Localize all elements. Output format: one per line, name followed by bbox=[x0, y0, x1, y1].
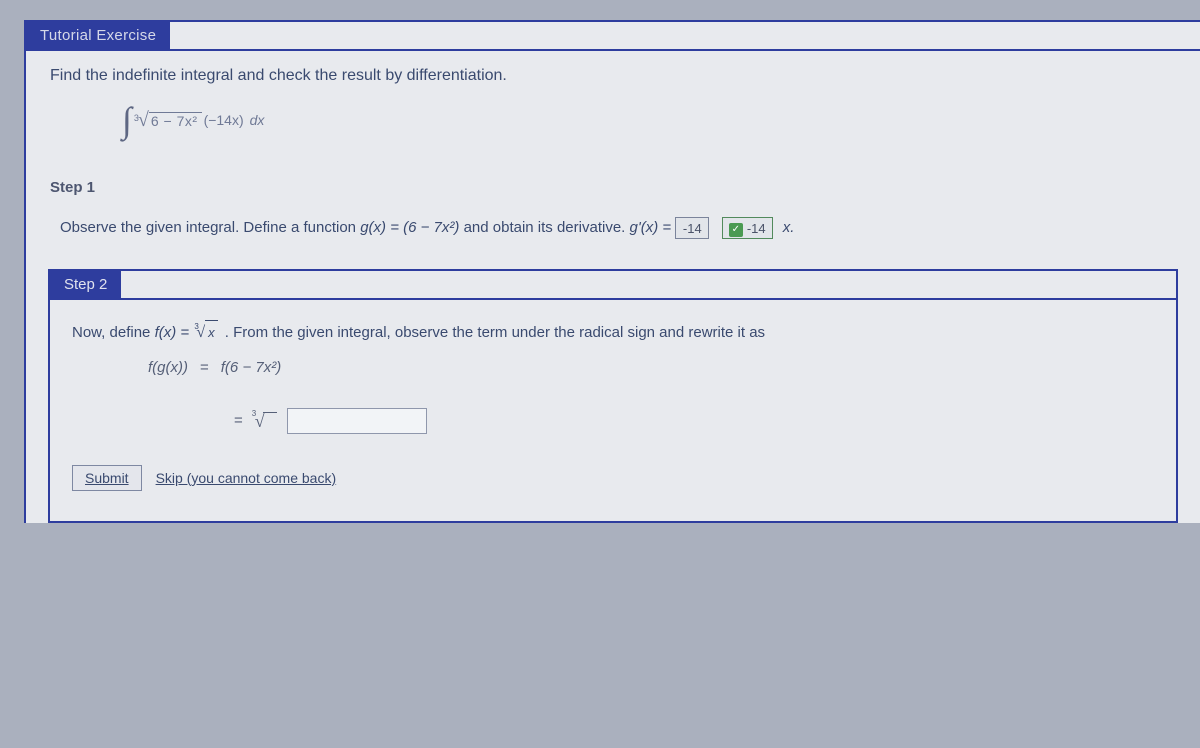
fgx-lhs: f(g(x)) bbox=[148, 354, 188, 383]
answer-box-1[interactable]: -14 bbox=[675, 217, 709, 239]
problem-statement: Find the indefinite integral and check t… bbox=[26, 51, 1200, 179]
equals-sign-2: = bbox=[234, 407, 243, 436]
radical-icon: √ bbox=[138, 109, 149, 132]
step-1-body: Observe the given integral. Define a fun… bbox=[50, 214, 1176, 243]
cube-root-input: 3 √ bbox=[255, 404, 277, 438]
fgx-rhs: f(6 − 7x²) bbox=[221, 354, 281, 383]
check-icon: ✓ bbox=[729, 223, 743, 237]
step-1: Step 1 Observe the given integral. Defin… bbox=[50, 179, 1176, 243]
integral-expression: ∫ 3 √ 6 − 7x² (−14x) dx bbox=[122, 99, 1176, 141]
x-suffix: x. bbox=[783, 219, 795, 236]
button-row: Submit Skip (you cannot come back) bbox=[72, 465, 1176, 491]
cube-root-x: 3 √ x bbox=[196, 318, 217, 348]
dx: dx bbox=[250, 112, 265, 128]
step1-text-pre: Observe the given integral. Define a fun… bbox=[60, 219, 360, 236]
step2-pre: Now, define bbox=[72, 324, 155, 341]
root-index-icon-3: 3 bbox=[252, 406, 256, 421]
step-2-body: Now, define f(x) = 3 √ x . From the give… bbox=[50, 300, 1176, 439]
root-overline bbox=[263, 412, 277, 424]
submit-button[interactable]: Submit bbox=[72, 465, 142, 491]
equation-line-1: f(g(x)) = f(6 − 7x²) bbox=[148, 354, 1154, 383]
step-2-container: Step 2 Now, define f(x) = 3 √ x . From t… bbox=[48, 269, 1178, 523]
radicand: 6 − 7x² bbox=[149, 112, 202, 129]
g-prime: g'(x) = bbox=[630, 219, 676, 236]
step2-header-rule: Step 2 bbox=[50, 271, 1176, 300]
answer-2-value: -14 bbox=[747, 221, 766, 236]
tutorial-panel: Tutorial Exercise Find the indefinite in… bbox=[24, 20, 1200, 523]
integral-sign-icon: ∫ bbox=[122, 99, 132, 141]
equation-line-2: = 3 √ bbox=[222, 404, 1154, 438]
root-index-3: 3 bbox=[134, 113, 139, 123]
fx-eq: f(x) = bbox=[155, 324, 194, 341]
step1-text-mid: and obtain its derivative. bbox=[464, 219, 630, 236]
g-definition: g(x) = (6 − 7x²) bbox=[360, 219, 459, 236]
skip-link[interactable]: Skip (you cannot come back) bbox=[156, 470, 337, 486]
answer-box-2[interactable]: ✓ -14 bbox=[722, 217, 773, 239]
header-rule: Tutorial Exercise bbox=[26, 22, 1200, 51]
root-x: x bbox=[205, 320, 218, 346]
step-2-label: Step 2 bbox=[50, 271, 121, 298]
cube-root-block: 3 √ 6 − 7x² bbox=[138, 109, 202, 132]
step2-post: . From the given integral, observe the t… bbox=[225, 324, 765, 341]
problem-text: Find the indefinite integral and check t… bbox=[50, 67, 1176, 85]
integral-factor: (−14x) bbox=[204, 112, 244, 128]
root-index-icon: 3 bbox=[194, 319, 198, 334]
answer-input[interactable] bbox=[287, 408, 427, 434]
step-1-label: Step 1 bbox=[50, 179, 1176, 196]
equals-sign-1: = bbox=[200, 354, 209, 383]
panel-title: Tutorial Exercise bbox=[26, 22, 170, 49]
step2-line1: Now, define f(x) = 3 √ x . From the give… bbox=[72, 318, 1154, 348]
